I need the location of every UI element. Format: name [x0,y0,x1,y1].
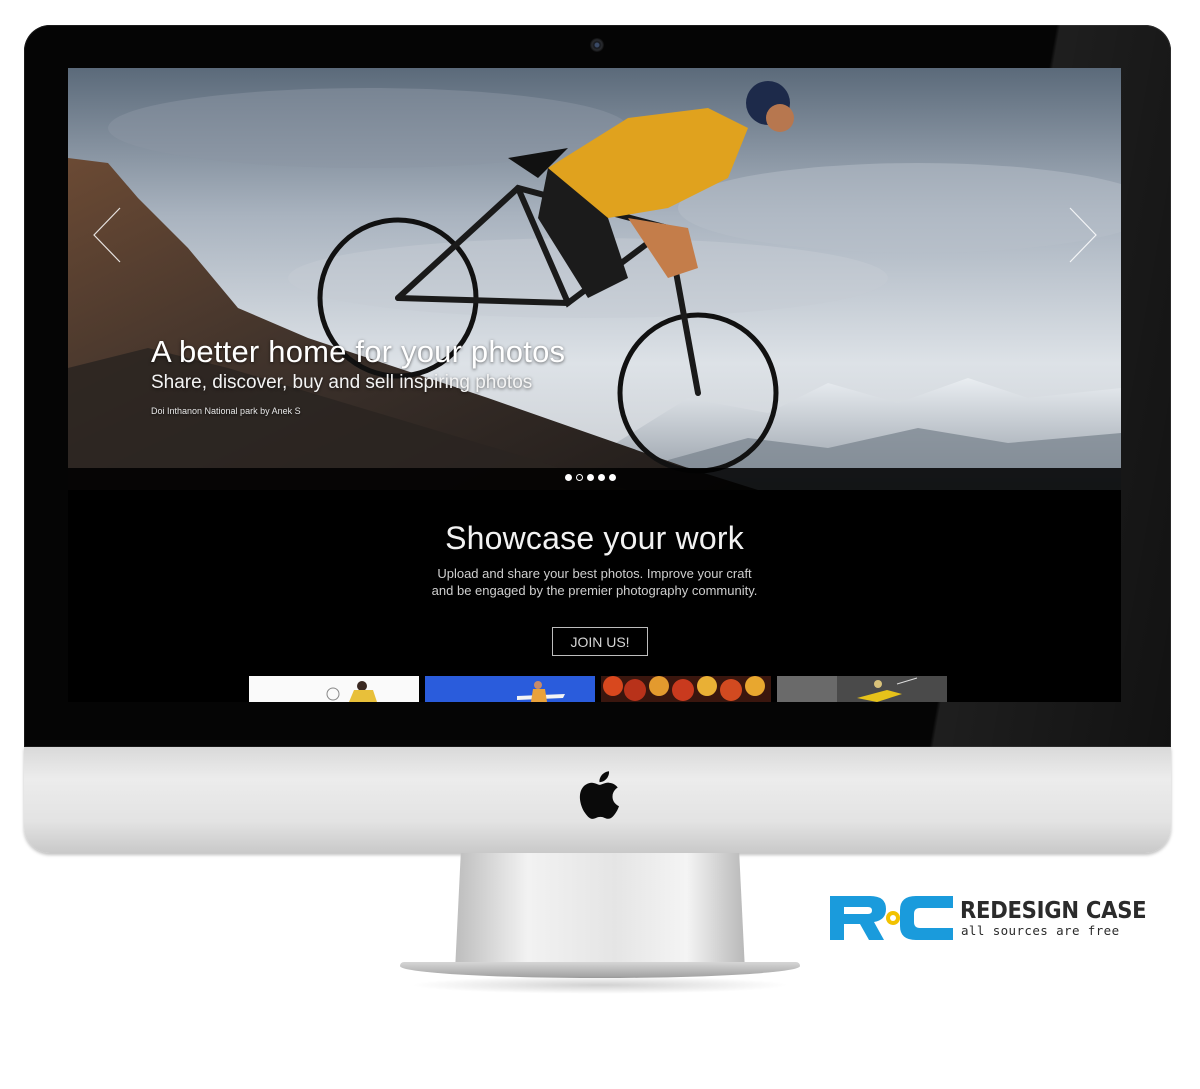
slide-dot-2[interactable] [576,474,583,481]
hero-title: A better home for your photos [151,334,566,369]
brand-tagline: all sources are free [961,923,1120,938]
brand-name: REDESIGN CASE [960,898,1147,924]
rc-logo-icon [830,896,953,940]
monitor-stand [455,853,745,971]
showcase-section: Showcase your work Upload and share your… [68,490,1121,702]
showcase-title: Showcase your work [445,520,744,556]
thumbnail-1-image [249,676,419,702]
thumbnail-2-image [425,676,595,702]
hero-subtitle: Share, discover, buy and sell inspiring … [151,372,533,393]
stand-shadow [410,976,790,994]
thumbnail-2[interactable] [425,676,595,702]
webcam [590,38,604,52]
showcase-desc-line-2: and be engaged by the premier photograph… [431,583,758,598]
join-us-button[interactable]: JOIN US! [552,627,648,656]
apple-logo-icon [579,771,619,819]
thumbnail-4[interactable] [777,676,947,702]
photo-credit: Doi Inthanon National park by Anek S [151,406,301,416]
next-slide-button[interactable] [1068,206,1098,264]
showcase-desc-line-1: Upload and share your best photos. Impro… [437,566,752,581]
slide-dot-4[interactable] [598,474,605,481]
slide-indicators [565,474,616,481]
hero-caption: A better home for your photos Share, dis… [151,334,565,416]
thumbnail-1[interactable] [249,676,419,702]
slide-dot-5[interactable] [609,474,616,481]
brand-logo: REDESIGN CASE all sources are free [830,896,1150,942]
hero-image [68,68,1121,490]
chevron-left-icon [93,207,121,263]
screen: A better home for your photos Share, dis… [68,68,1121,702]
thumbnail-3-image [601,676,771,702]
hero-slider: A better home for your photos Share, dis… [68,68,1121,490]
chevron-right-icon [1069,207,1097,263]
photo-thumbnails [249,676,949,702]
thumbnail-3[interactable] [601,676,771,702]
slide-dot-3[interactable] [587,474,594,481]
prev-slide-button[interactable] [92,206,122,264]
showcase-description: Upload and share your best photos. Impro… [68,565,1121,599]
slide-dot-1[interactable] [565,474,572,481]
thumbnail-4-image [777,676,947,702]
